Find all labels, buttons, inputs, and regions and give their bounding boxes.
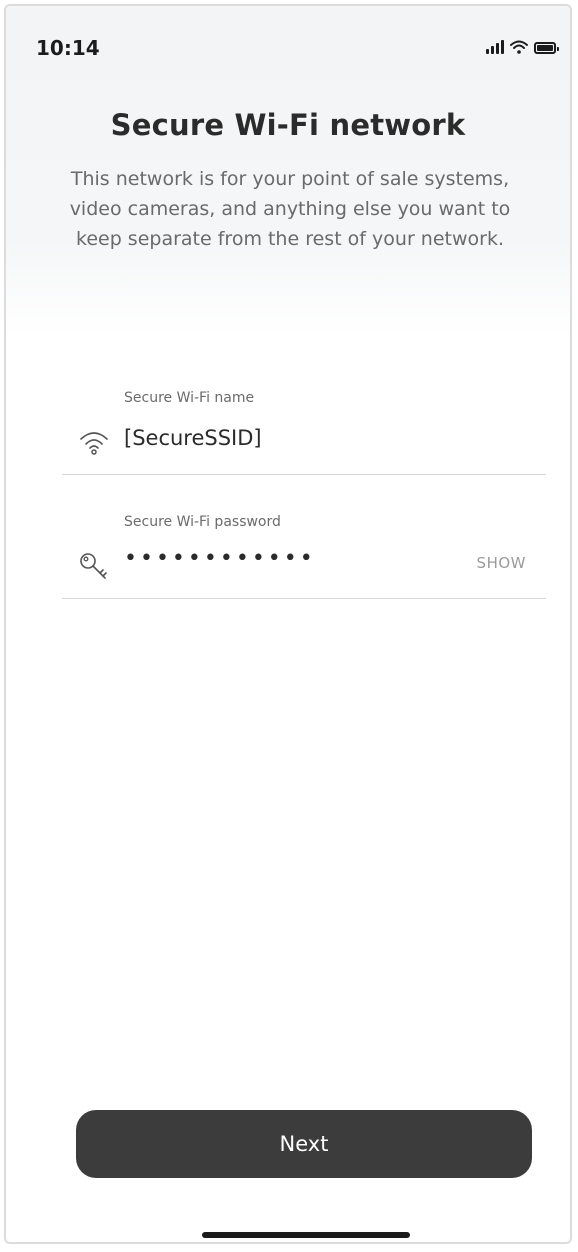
wifi-icon	[80, 432, 108, 455]
wifi-icon	[510, 40, 528, 54]
next-button[interactable]: Next	[76, 1110, 532, 1178]
page-description: This network is for your point of sale s…	[69, 168, 511, 250]
key-icon	[80, 553, 107, 579]
wifi-name-label: Secure Wi-Fi name	[124, 390, 255, 406]
battery-icon	[534, 42, 559, 54]
phone-screen: 10:14 Secure Wi-Fi network This network …	[4, 4, 572, 1244]
wifi-password-label: Secure Wi-Fi password	[124, 514, 281, 530]
status-time: 10:14	[36, 36, 100, 60]
wifi-password-field[interactable]: Secure Wi-Fi password •••••••••••• SHOW	[62, 514, 546, 599]
wifi-name-field[interactable]: Secure Wi-Fi name [SecureSSID]	[62, 390, 546, 475]
wifi-password-input[interactable]: ••••••••••••	[124, 546, 316, 571]
status-icons	[486, 40, 559, 54]
show-password-button[interactable]: SHOW	[477, 554, 526, 572]
signal-icon	[486, 40, 504, 54]
page-title: Secure Wi-Fi network	[110, 108, 466, 142]
status-bar: 10:14	[36, 36, 559, 64]
home-indicator[interactable]	[202, 1232, 410, 1238]
wifi-name-input[interactable]: [SecureSSID]	[124, 426, 262, 450]
